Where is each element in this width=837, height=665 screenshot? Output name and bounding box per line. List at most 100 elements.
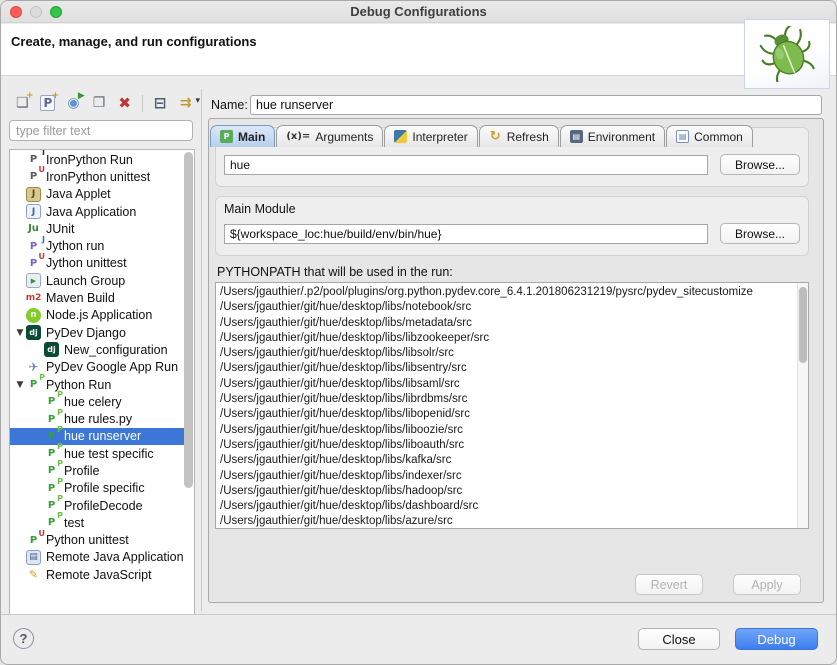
tab-label: Main: [238, 130, 265, 144]
tab-label: Interpreter: [412, 130, 467, 144]
tab[interactable]: ▤ Environment: [560, 125, 665, 147]
tree-item[interactable]: ▤ Remote Java Application: [10, 549, 184, 566]
tree-item[interactable]: PP hue runserver: [10, 428, 184, 445]
tree-item[interactable]: PU Jython unittest: [10, 255, 184, 272]
tab-icon: P: [220, 130, 233, 143]
pythonpath-entry[interactable]: /Users/jgauthier/git/hue/desktop/libs/li…: [220, 407, 808, 422]
tree-item-label: PyDev Google App Run: [46, 360, 178, 374]
pythonpath-list: /Users/jgauthier/.p2/pool/plugins/org.py…: [215, 282, 809, 529]
expander-icon[interactable]: ▼: [14, 380, 26, 390]
tree-item[interactable]: ✈ PyDev Google App Run: [10, 359, 184, 376]
tree-item[interactable]: PP hue test specific: [10, 445, 184, 462]
pythonpath-entry[interactable]: /Users/jgauthier/git/hue/desktop/libs/ka…: [220, 453, 808, 468]
tree-item[interactable]: PU Python unittest: [10, 532, 184, 549]
duplicate-launch-configuration-icon[interactable]: ❐: [88, 92, 111, 114]
tab[interactable]: ▤ Common: [666, 125, 753, 147]
project-input[interactable]: [224, 155, 708, 175]
pythonpath-entry[interactable]: /Users/jgauthier/git/hue/desktop/libs/me…: [220, 316, 808, 331]
project-browse-button[interactable]: Browse...: [720, 154, 800, 175]
tab[interactable]: (x)= Arguments: [276, 125, 383, 147]
tree-item[interactable]: PU IronPython unittest: [10, 168, 184, 185]
tab[interactable]: Interpreter: [384, 125, 477, 147]
revert-button[interactable]: Revert: [635, 574, 703, 595]
tree-item[interactable]: J Java Application: [10, 203, 184, 220]
pythonpath-entry[interactable]: /Users/jgauthier/git/hue/desktop/libs/no…: [220, 300, 808, 315]
tree-item-icon: m2: [26, 291, 41, 306]
tree-vertical-scrollbar[interactable]: [184, 152, 193, 488]
main-module-input[interactable]: [224, 224, 708, 244]
pythonpath-entry[interactable]: /Users/jgauthier/.p2/pool/plugins/org.py…: [220, 285, 808, 300]
configuration-tree: PI IronPython Run PU IronPython unittest…: [9, 149, 195, 645]
tree-item[interactable]: n Node.js Application: [10, 307, 184, 324]
pythonpath-scrollbar-track[interactable]: [797, 283, 808, 528]
tree-item-label: ProfileDecode: [64, 499, 143, 513]
pythonpath-entry[interactable]: /Users/jgauthier/git/hue/desktop/libs/li…: [220, 331, 808, 346]
expander-icon[interactable]: ▼: [14, 328, 26, 338]
pythonpath-entry[interactable]: /Users/jgauthier/git/hue/desktop/libs/ha…: [220, 484, 808, 499]
main-module-label: Main Module: [224, 202, 800, 216]
pythonpath-entry[interactable]: /Users/jgauthier/git/hue/desktop/libs/li…: [220, 346, 808, 361]
tree-item[interactable]: PJ Jython run: [10, 237, 184, 254]
tree-item-icon: PU: [26, 533, 41, 548]
tab-icon: [394, 130, 407, 143]
pythonpath-scrollbar-thumb[interactable]: [799, 287, 807, 363]
tab-icon: ▤: [676, 130, 689, 143]
pythonpath-entry[interactable]: /Users/jgauthier/git/hue/desktop/libs/li…: [220, 377, 808, 392]
config-tabs: P Main (x)= Arguments Interpreter ↻ Refr…: [208, 123, 824, 147]
filter-launch-configurations-icon[interactable]: ⇉▾: [174, 92, 197, 114]
delete-launch-configuration-icon[interactable]: ✖: [113, 92, 136, 114]
pythonpath-entry[interactable]: /Users/jgauthier/git/hue/desktop/libs/li…: [220, 423, 808, 438]
help-button[interactable]: ?: [13, 628, 34, 649]
tree-item[interactable]: PI IronPython Run: [10, 151, 184, 168]
tree-item[interactable]: ▼ PP Python Run: [10, 376, 184, 393]
tab-icon: (x)=: [286, 130, 310, 143]
pythonpath-entry[interactable]: /Users/jgauthier/git/hue/desktop/libs/li…: [220, 392, 808, 407]
tree-item[interactable]: dj New_configuration: [10, 341, 184, 358]
debug-configurations-dialog: Debug Configurations Create, manage, and…: [0, 0, 837, 665]
name-input[interactable]: [250, 95, 822, 115]
pythonpath-entry[interactable]: /Users/jgauthier/git/hue/desktop/libs/li…: [220, 361, 808, 376]
dialog-footer: ? Close Debug: [1, 615, 836, 665]
new-launch-configuration-icon[interactable]: ❏+: [11, 92, 34, 114]
tree-item[interactable]: ✎ Remote JavaScript: [10, 566, 184, 583]
tab[interactable]: P Main: [210, 125, 275, 147]
apply-button[interactable]: Apply: [733, 574, 801, 595]
tree-item-label: hue test specific: [64, 447, 154, 461]
tree-item[interactable]: PP test: [10, 514, 184, 531]
toolbar-separator[interactable]: [142, 95, 143, 112]
close-window-button[interactable]: [10, 6, 22, 18]
tree-item-icon: J: [26, 187, 41, 202]
tree-item-label: Maven Build: [46, 291, 115, 305]
new-prototype-icon[interactable]: P+: [37, 92, 60, 114]
tree-item[interactable]: PP hue celery: [10, 393, 184, 410]
tree-item[interactable]: Ju JUnit: [10, 220, 184, 237]
tree-item[interactable]: J Java Applet: [10, 186, 184, 203]
export-launch-configurations-icon[interactable]: ◉▶: [62, 92, 85, 114]
tree-item[interactable]: PP Profile specific: [10, 480, 184, 497]
tab[interactable]: ↻ Refresh: [479, 125, 559, 147]
minimize-window-button: [30, 6, 42, 18]
pythonpath-entry[interactable]: /Users/jgauthier/git/hue/desktop/libs/in…: [220, 469, 808, 484]
tree-item[interactable]: PP Profile: [10, 462, 184, 479]
tree-item-label: IronPython Run: [46, 153, 133, 167]
tree-item[interactable]: m2 Maven Build: [10, 289, 184, 306]
collapse-all-icon[interactable]: ⊟: [149, 92, 172, 114]
tree-item-label: IronPython unittest: [46, 170, 150, 184]
tree-item[interactable]: PP ProfileDecode: [10, 497, 184, 514]
pythonpath-entry[interactable]: /Users/jgauthier/git/hue/desktop/libs/az…: [220, 514, 808, 529]
tree-item-label: hue runserver: [64, 429, 141, 443]
tree-item-label: Node.js Application: [46, 308, 152, 322]
panel-splitter[interactable]: [201, 89, 202, 611]
tree-item[interactable]: ▼ dj PyDev Django: [10, 324, 184, 341]
debug-button[interactable]: Debug: [735, 628, 818, 650]
close-button[interactable]: Close: [638, 628, 720, 650]
zoom-window-button[interactable]: [50, 6, 62, 18]
filter-input[interactable]: [9, 120, 193, 141]
main-module-browse-button[interactable]: Browse...: [720, 223, 800, 244]
tree-item[interactable]: PP hue rules.py: [10, 410, 184, 427]
tab-label: Environment: [588, 130, 655, 144]
tree-item[interactable]: ▶ Launch Group: [10, 272, 184, 289]
pythonpath-entry[interactable]: /Users/jgauthier/git/hue/desktop/libs/li…: [220, 438, 808, 453]
pythonpath-entry[interactable]: /Users/jgauthier/git/hue/desktop/libs/da…: [220, 499, 808, 514]
tree-item-label: PyDev Django: [46, 326, 126, 340]
